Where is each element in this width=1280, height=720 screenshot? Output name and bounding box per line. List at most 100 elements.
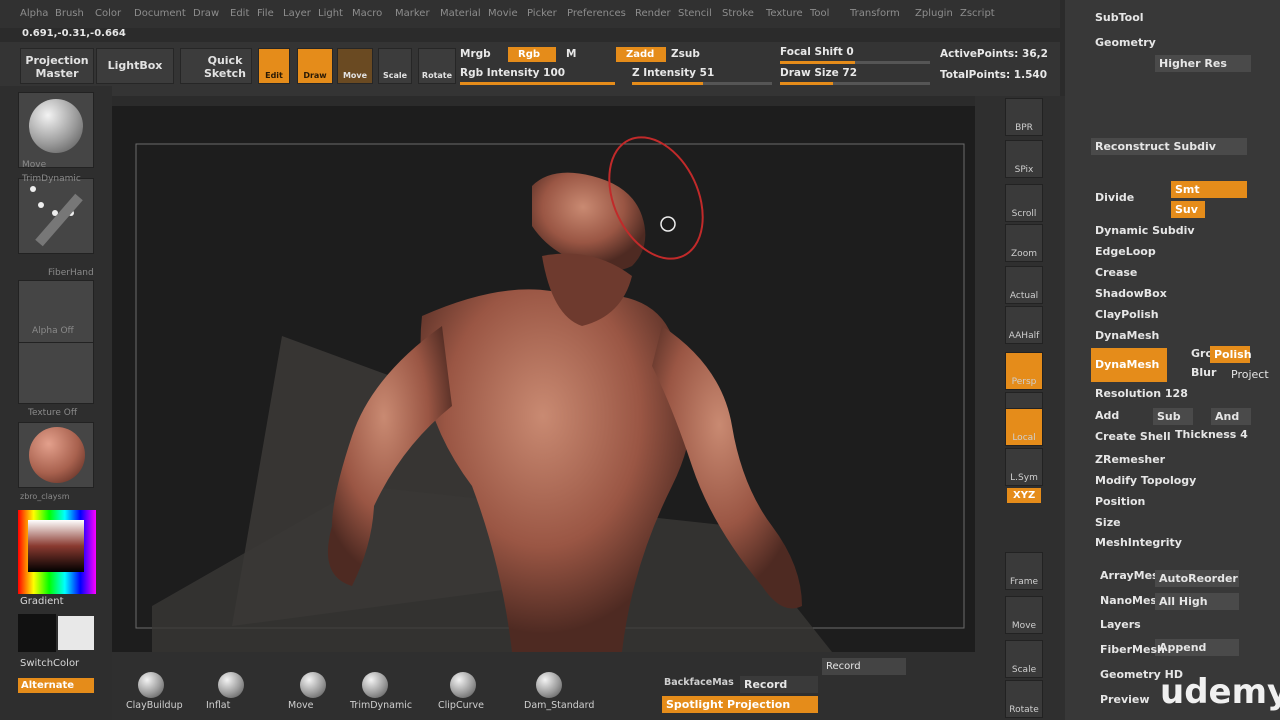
shelf-bpr-button[interactable]: BPR bbox=[1005, 98, 1043, 136]
menu-zplugin[interactable]: Zplugin bbox=[915, 8, 953, 19]
sub-button[interactable]: Sub bbox=[1153, 408, 1193, 425]
zsub-toggle[interactable]: Zsub bbox=[671, 48, 700, 60]
shelf-spix-button[interactable]: SPix bbox=[1005, 140, 1043, 178]
brush-dam_standard-icon[interactable] bbox=[536, 672, 562, 698]
switchcolor-button[interactable]: SwitchColor bbox=[20, 658, 79, 669]
menu-draw[interactable]: Draw bbox=[193, 8, 219, 19]
meshintegrity-header[interactable]: MeshIntegrity bbox=[1095, 536, 1182, 549]
menu-texture[interactable]: Texture bbox=[766, 8, 803, 19]
polish-toggle[interactable]: Polish bbox=[1210, 346, 1252, 363]
rgb-toggle[interactable]: Rgb bbox=[508, 47, 556, 62]
edgeloop-header[interactable]: EdgeLoop bbox=[1095, 245, 1156, 258]
and-button[interactable]: And bbox=[1211, 408, 1251, 425]
menu-brush[interactable]: Brush bbox=[55, 8, 84, 19]
menu-zscript[interactable]: Zscript bbox=[960, 8, 995, 19]
focal-shift-slider[interactable]: Focal Shift 0 bbox=[780, 46, 854, 58]
lightbox-button[interactable]: LightBox bbox=[96, 48, 174, 84]
shelf-scroll-button[interactable]: Scroll bbox=[1005, 184, 1043, 222]
menu-picker[interactable]: Picker bbox=[527, 8, 557, 19]
scale-mode-button[interactable]: Scale bbox=[378, 48, 412, 84]
geometry-header[interactable]: Geometry bbox=[1095, 36, 1156, 49]
spotlight-projection-button[interactable]: Spotlight Projection bbox=[662, 696, 818, 713]
menu-marker[interactable]: Marker bbox=[395, 8, 430, 19]
preview-header[interactable]: Preview bbox=[1100, 693, 1150, 706]
menu-light[interactable]: Light bbox=[318, 8, 343, 19]
shelf-persp-button[interactable]: Persp bbox=[1005, 352, 1043, 390]
quick-sketch-button[interactable]: Quick Sketch bbox=[180, 48, 252, 84]
autoreorder-button[interactable]: AutoReorder bbox=[1155, 570, 1239, 587]
layers-header[interactable]: Layers bbox=[1100, 618, 1141, 631]
suv-toggle[interactable]: Suv bbox=[1171, 201, 1205, 218]
stroke-thumbnail[interactable] bbox=[18, 178, 94, 254]
z-intensity-slider[interactable]: Z Intensity 51 bbox=[632, 67, 714, 79]
menu-layer[interactable]: Layer bbox=[283, 8, 311, 19]
shelf-aahalf-button[interactable]: AAHalf bbox=[1005, 306, 1043, 344]
smt-toggle[interactable]: Smt bbox=[1171, 181, 1247, 198]
mrgb-toggle[interactable]: Mrgb bbox=[460, 48, 491, 60]
brush-move-label[interactable]: Move bbox=[288, 700, 313, 711]
claypolish-header[interactable]: ClayPolish bbox=[1095, 308, 1159, 321]
draw-size-slider[interactable]: Draw Size 72 bbox=[780, 67, 857, 79]
xyz-symmetry-toggle[interactable]: XYZ bbox=[1007, 488, 1042, 503]
backface-mask-toggle[interactable]: BackfaceMas bbox=[664, 677, 734, 688]
move-mode-button[interactable]: Move bbox=[337, 48, 373, 84]
brush-claybuildup-icon[interactable] bbox=[138, 672, 164, 698]
project-toggle[interactable]: Project bbox=[1231, 368, 1269, 381]
menu-transform[interactable]: Transform bbox=[850, 8, 900, 19]
shelf-scale-button[interactable]: Scale bbox=[1005, 640, 1043, 678]
brush-inflat-icon[interactable] bbox=[218, 672, 244, 698]
brush-thumbnail[interactable] bbox=[18, 92, 94, 168]
menu-material[interactable]: Material bbox=[440, 8, 481, 19]
color-picker[interactable] bbox=[18, 510, 96, 594]
menu-tool[interactable]: Tool bbox=[810, 8, 829, 19]
rotate-mode-button[interactable]: Rotate bbox=[418, 48, 456, 84]
viewport-canvas[interactable] bbox=[112, 106, 978, 652]
menu-movie[interactable]: Movie bbox=[488, 8, 518, 19]
material-thumbnail[interactable] bbox=[18, 422, 94, 488]
menu-color[interactable]: Color bbox=[95, 8, 121, 19]
zremesher-header[interactable]: ZRemesher bbox=[1095, 453, 1165, 466]
brush-move-icon[interactable] bbox=[300, 672, 326, 698]
create-shell-button[interactable]: Create Shell bbox=[1095, 430, 1171, 443]
shelf-move-button[interactable]: Move bbox=[1005, 596, 1043, 634]
edit-button[interactable]: Edit bbox=[258, 48, 290, 84]
shelf-zoom-button[interactable]: Zoom bbox=[1005, 224, 1043, 262]
brush-clipcurve-icon[interactable] bbox=[450, 672, 476, 698]
record-button[interactable]: Record bbox=[822, 658, 906, 675]
dynamesh-button[interactable]: DynaMesh bbox=[1091, 348, 1167, 382]
shadowbox-header[interactable]: ShadowBox bbox=[1095, 287, 1167, 300]
draw-button[interactable]: Draw bbox=[297, 48, 333, 84]
dynamic-subdiv-header[interactable]: Dynamic Subdiv bbox=[1095, 224, 1195, 237]
higher-res-button[interactable]: Higher Res bbox=[1155, 55, 1251, 72]
all-high-button[interactable]: All High bbox=[1155, 593, 1239, 610]
menu-macro[interactable]: Macro bbox=[352, 8, 382, 19]
brush-dam_standard-label[interactable]: Dam_Standard bbox=[524, 700, 594, 711]
main-color-swatch[interactable] bbox=[18, 614, 56, 652]
subtool-header[interactable]: SubTool bbox=[1095, 11, 1144, 24]
shelf-rotate-button[interactable]: Rotate bbox=[1005, 680, 1043, 718]
brush-trimdynamic-icon[interactable] bbox=[362, 672, 388, 698]
fibermesh-header[interactable]: FiberMesh bbox=[1100, 643, 1165, 656]
resolution-slider[interactable]: Resolution 128 bbox=[1095, 387, 1188, 400]
rgb-intensity-slider[interactable]: Rgb Intensity 100 bbox=[460, 67, 565, 79]
add-button[interactable]: Add bbox=[1095, 409, 1119, 422]
blur-slider[interactable]: Blur bbox=[1191, 366, 1216, 379]
brush-trimdynamic-label[interactable]: TrimDynamic bbox=[350, 700, 412, 711]
dynamesh-header[interactable]: DynaMesh bbox=[1095, 329, 1159, 342]
position-header[interactable]: Position bbox=[1095, 495, 1145, 508]
m-toggle[interactable]: M bbox=[566, 48, 576, 60]
projection-master-button[interactable]: Projection Master bbox=[20, 48, 94, 84]
size-header[interactable]: Size bbox=[1095, 516, 1121, 529]
brush-claybuildup-label[interactable]: ClayBuildup bbox=[126, 700, 183, 711]
crease-header[interactable]: Crease bbox=[1095, 266, 1137, 279]
menu-edit[interactable]: Edit bbox=[230, 8, 249, 19]
shelf-local-button[interactable]: Local bbox=[1005, 408, 1043, 446]
menu-render[interactable]: Render bbox=[635, 8, 671, 19]
append-button[interactable]: Append bbox=[1155, 639, 1239, 656]
record-button-secondary[interactable]: Record bbox=[740, 676, 818, 693]
menu-document[interactable]: Document bbox=[134, 8, 186, 19]
modify-topology-header[interactable]: Modify Topology bbox=[1095, 474, 1196, 487]
alternate-toggle[interactable]: Alternate bbox=[18, 678, 94, 693]
texture-thumbnail[interactable] bbox=[18, 342, 94, 404]
zadd-toggle[interactable]: Zadd bbox=[616, 47, 666, 62]
